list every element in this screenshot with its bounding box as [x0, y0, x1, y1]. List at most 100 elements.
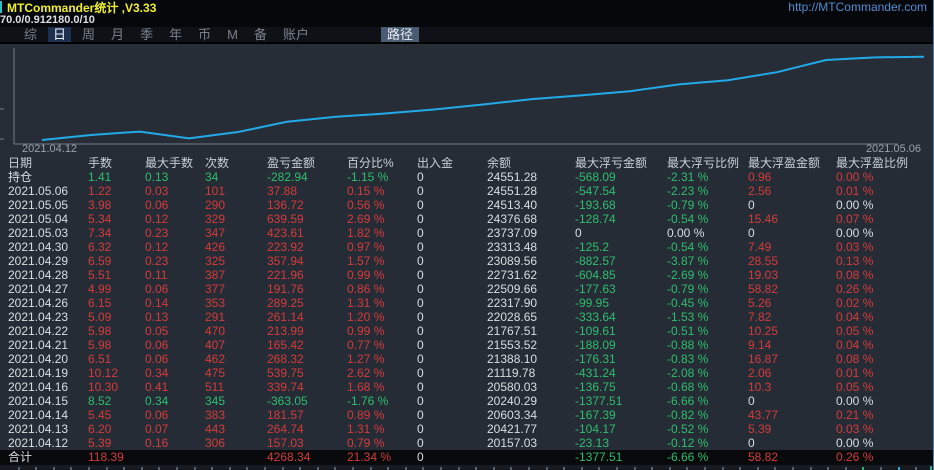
table-cell: 0	[417, 436, 424, 450]
column-header-11[interactable]: 最大浮盈比例	[836, 157, 933, 170]
table-cell: 0	[417, 184, 424, 198]
table-row-day[interactable]: 2021.05.03 7.34 0.23 347 423.61 1.82 % 0 23737.…	[0, 226, 933, 240]
table-row-day[interactable]: 2021.04.30 6.32 0.12 426 223.92 0.97 % 0 23313.…	[0, 240, 933, 254]
table-cell: 5.39	[88, 436, 112, 450]
table-cell: 9.14	[748, 338, 772, 352]
table-row-day[interactable]: 2021.05.05 3.98 0.06 290 136.72 0.56 % 0 24513.…	[0, 198, 933, 212]
table-cell: 6.20	[88, 422, 112, 436]
menu-item-0[interactable]: 综	[16, 27, 45, 42]
table-row-total[interactable]: 合计 118.39 4268.34 21.34 % 0 -1377.51 -6.66 % 58…	[0, 450, 933, 464]
table-cell: 0.86 %	[347, 282, 385, 296]
table-cell: 0.02 %	[836, 296, 874, 310]
resize-grip-icon[interactable]	[924, 466, 932, 470]
table-cell: 0.06	[145, 338, 169, 352]
menu-item-1[interactable]: 日	[48, 27, 72, 42]
table-row-day[interactable]: 2021.04.16 10.30 0.41 511 339.74 1.68 % 0 20580…	[0, 380, 933, 394]
table-cell: 0	[417, 268, 424, 282]
table-cell: 2.56	[748, 184, 772, 198]
table-cell: 0.89 %	[347, 408, 385, 422]
column-header-9[interactable]: 最大浮亏比例	[667, 157, 748, 170]
menu-item-6[interactable]: 币	[190, 27, 219, 42]
table-cell: 345	[205, 394, 226, 408]
table-row-day[interactable]: 2021.04.14 5.45 0.06 383 181.57 0.89 % 0 20603.…	[0, 408, 933, 422]
table-row-position[interactable]: 持仓 1.41 0.13 34 -282.94 -1.15 % 0 24551.28 -568.…	[0, 170, 933, 184]
table-cell: 2021.04.20	[8, 352, 69, 366]
table-cell: 0.15 %	[347, 184, 385, 198]
title-bar: MTCommander统计 ,V3.33 http://MTCommander.…	[0, 0, 933, 15]
table-row-day[interactable]: 2021.04.28 5.51 0.11 387 221.96 0.99 % 0 22731.…	[0, 268, 933, 282]
bottom-scrollbar[interactable]	[0, 464, 933, 470]
table-row-day[interactable]: 2021.04.21 5.98 0.06 407 165.42 0.77 % 0 21553.…	[0, 338, 933, 352]
table-cell: 347	[205, 226, 226, 240]
table-cell: 511	[205, 380, 225, 394]
column-header-4[interactable]: 盈亏金额	[267, 157, 347, 170]
menu-item-7[interactable]: M	[219, 27, 246, 42]
table-row-day[interactable]: 2021.04.12 5.39 0.16 306 157.03 0.79 % 0 20157.…	[0, 436, 933, 450]
column-header-0[interactable]: 日期	[8, 157, 88, 170]
table-cell: 2021.05.04	[8, 212, 69, 226]
column-header-10[interactable]: 最大浮盈金额	[748, 157, 836, 170]
table-row-day[interactable]: 2021.04.23 5.09 0.13 291 261.14 1.20 % 0 22028.…	[0, 310, 933, 324]
table-cell: -0.54 %	[667, 212, 709, 226]
column-header-5[interactable]: 百分比%	[347, 157, 417, 170]
menu-item-3[interactable]: 月	[103, 27, 132, 42]
table-header-row: 日期 手数 最大手数 次数 盈亏金额 百分比% 出入金 余额 最大浮亏金额 最大浮亏比例 最大浮盈金…	[0, 156, 933, 170]
table-cell: 0	[748, 394, 755, 408]
menu-item-5[interactable]: 年	[161, 27, 190, 42]
table-cell: -6.66 %	[667, 394, 709, 408]
table-row-day[interactable]: 2021.04.26 6.15 0.14 353 289.25 1.31 % 0 22317.…	[0, 296, 933, 310]
menu-item-8[interactable]: 备	[246, 27, 275, 42]
table-cell: 0.13 %	[836, 254, 874, 268]
table-cell: 20421.77	[487, 422, 538, 436]
table-cell: 2021.05.05	[8, 198, 69, 212]
menu-item-4[interactable]: 季	[132, 27, 161, 42]
table-cell: 539.75	[267, 366, 304, 380]
table-cell: 2021.04.14	[8, 408, 69, 422]
table-cell: 443	[205, 422, 226, 436]
table-cell: 4.99	[88, 282, 112, 296]
path-button[interactable]: 路径	[380, 27, 419, 42]
column-header-2[interactable]: 最大手数	[145, 157, 205, 170]
table-cell: 7.82	[748, 310, 772, 324]
table-cell: 136.72	[267, 198, 304, 212]
table-cell: -177.63	[575, 282, 616, 296]
column-header-1[interactable]: 手数	[88, 157, 145, 170]
table-cell: -125.2	[575, 240, 610, 254]
table-row-day[interactable]: 2021.05.04 5.34 0.12 329 639.59 2.69 % 0 24376.…	[0, 212, 933, 226]
column-header-6[interactable]: 出入金	[417, 157, 487, 170]
table-cell: 24551.28	[487, 184, 538, 198]
website-link[interactable]: http://MTCommander.com	[788, 0, 933, 14]
chart-start-date-label: 2021.04.12	[22, 143, 78, 155]
table-cell: 0	[417, 366, 424, 380]
table-row-day[interactable]: 2021.04.15 8.52 0.34 345 -363.05 -1.76 % 0 2024…	[0, 394, 933, 408]
table-row-day[interactable]: 2021.04.19 10.12 0.34 475 539.75 2.62 % 0 21119…	[0, 366, 933, 380]
menu-item-2[interactable]: 周	[74, 27, 103, 42]
table-cell: 268.32	[267, 352, 304, 366]
table-cell: 1.20 %	[347, 310, 385, 324]
table-cell: 0.01 %	[836, 184, 874, 198]
table-row-day[interactable]: 2021.04.29 6.59 0.23 325 357.94 1.57 % 0 23089.…	[0, 254, 933, 268]
column-header-8[interactable]: 最大浮亏金额	[575, 157, 667, 170]
table-cell: 0	[417, 324, 424, 338]
table-cell: 5.98	[88, 338, 112, 352]
table-cell: 0	[417, 282, 424, 296]
column-header-3[interactable]: 次数	[205, 157, 267, 170]
table-cell: 0.08 %	[836, 268, 874, 282]
table-cell: 7.49	[748, 240, 772, 254]
table-cell: 0.08 %	[836, 352, 874, 366]
table-cell: 23313.48	[487, 240, 538, 254]
table-cell: 43.77	[748, 408, 779, 422]
table-row-day[interactable]: 2021.04.20 6.51 0.06 462 268.32 1.27 % 0 21388.…	[0, 352, 933, 366]
table-cell: 0	[417, 422, 424, 436]
table-cell: 0.05	[145, 324, 169, 338]
balance-line-series	[41, 55, 925, 141]
table-row-day[interactable]: 2021.04.13 6.20 0.07 443 264.74 1.31 % 0 20421.…	[0, 422, 933, 436]
menu-item-9[interactable]: 账户	[275, 27, 317, 42]
table-cell: 0	[417, 394, 424, 408]
table-row-day[interactable]: 2021.05.06 1.22 0.03 101 37.88 0.15 % 0 24551.2…	[0, 184, 933, 198]
column-header-7[interactable]: 余额	[487, 157, 575, 170]
table-row-day[interactable]: 2021.04.27 4.99 0.06 377 191.76 0.86 % 0 22509.…	[0, 282, 933, 296]
table-cell: 0	[417, 198, 424, 212]
table-row-day[interactable]: 2021.04.22 5.98 0.05 470 213.99 0.99 % 0 21767.…	[0, 324, 933, 338]
table-cell: 0.21 %	[836, 408, 874, 422]
